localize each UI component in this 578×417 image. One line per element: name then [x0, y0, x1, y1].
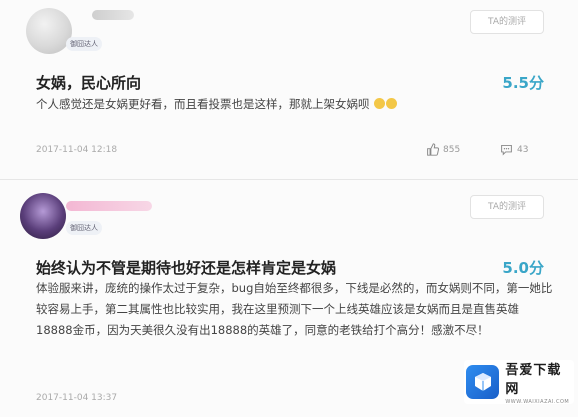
review-date: 2017-11-04 13:37	[36, 393, 118, 403]
review-title: 始终认为不管是期待也好还是怎样肯定是女娲	[36, 259, 337, 277]
avatar[interactable]	[20, 193, 66, 239]
review-score: 5.0分	[502, 259, 544, 277]
review-card: 御囧达人 TA的测评 女娲，民心所向 5.5分 个人感觉还是女娲更好看，而且看投…	[0, 0, 578, 180]
emoji-icon	[374, 98, 386, 109]
like-count: 855	[443, 144, 461, 155]
comment-button[interactable]: 43	[500, 143, 528, 156]
like-button[interactable]: 855	[426, 143, 460, 156]
review-score: 5.5分	[502, 74, 544, 92]
username-blurred	[92, 10, 134, 20]
review-date: 2017-11-04 12:18	[36, 145, 118, 155]
avatar[interactable]	[26, 8, 72, 54]
level-badge: 御囧达人	[66, 37, 102, 51]
box-logo-icon	[466, 365, 500, 399]
site-watermark: 吾爱下载网 WWW.WAIXIAZAI.COM	[464, 360, 574, 405]
comment-icon	[500, 143, 513, 156]
watermark-url: WWW.WAIXIAZAI.COM	[505, 399, 570, 405]
review-body: 个人感觉还是女娲更好看，而且看投票也是这样，那就上架女娲呗	[36, 94, 556, 115]
thumbs-up-icon	[426, 143, 439, 156]
level-badge: 御囧达人	[66, 221, 102, 235]
user-reviews-button[interactable]: TA的测评	[470, 10, 544, 34]
watermark-name: 吾爱下载网	[505, 363, 562, 397]
emoji-icon	[386, 98, 398, 109]
user-reviews-button[interactable]: TA的测评	[470, 195, 544, 219]
username-blurred	[66, 201, 152, 211]
review-body-text: 个人感觉还是女娲更好看，而且看投票也是这样，那就上架女娲呗	[36, 97, 370, 111]
comment-count: 43	[517, 144, 529, 155]
review-title: 女娲，民心所向	[36, 74, 142, 92]
review-body: 体验服来讲，庞统的操作太过于复杂，bug自始至终都很多，下线是必然的，而女娲则不…	[36, 281, 553, 337]
